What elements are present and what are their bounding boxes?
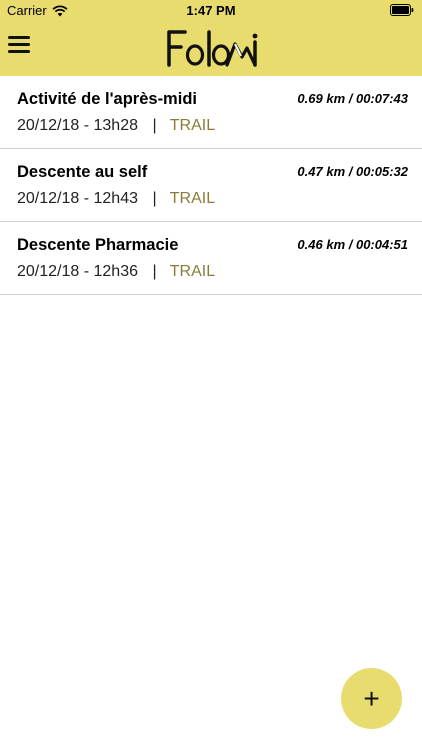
activity-stats: 0.46 km / 00:04:51 <box>297 237 408 252</box>
activity-item[interactable]: Activité de l'après-midi 0.69 km / 00:07… <box>0 76 422 149</box>
app-header: Carrier 1:47 PM <box>0 0 422 76</box>
status-bar: Carrier 1:47 PM <box>0 0 422 22</box>
activity-stats: 0.69 km / 00:07:43 <box>297 91 408 106</box>
activity-title: Descente Pharmacie <box>17 236 179 254</box>
activity-title: Descente au self <box>17 163 148 181</box>
activity-meta: 20/12/18 - 12h36 | TRAIL <box>17 263 215 281</box>
activity-type: TRAIL <box>169 263 216 280</box>
activity-type: TRAIL <box>169 190 216 207</box>
activity-separator: | <box>152 190 157 207</box>
activity-type: TRAIL <box>169 117 216 134</box>
activity-item[interactable]: Descente Pharmacie 0.46 km / 00:04:51 20… <box>0 222 422 295</box>
activity-date: 20/12/18 - 13h28 <box>17 117 138 134</box>
activity-item[interactable]: Descente au self 0.47 km / 00:05:32 20/1… <box>0 149 422 222</box>
folomi-logo <box>167 30 258 67</box>
activity-meta: 20/12/18 - 12h43 | TRAIL <box>17 190 215 208</box>
activity-separator: | <box>152 263 157 280</box>
hamburger-menu-icon[interactable] <box>8 36 30 56</box>
activity-separator: | <box>152 117 157 134</box>
activity-list: Activité de l'après-midi 0.69 km / 00:07… <box>0 76 422 295</box>
add-activity-button[interactable]: + <box>341 668 402 729</box>
plus-icon: + <box>363 682 380 714</box>
activity-date: 20/12/18 - 12h36 <box>17 263 138 280</box>
activity-meta: 20/12/18 - 13h28 | TRAIL <box>17 117 215 135</box>
status-time: 1:47 PM <box>186 3 236 18</box>
battery-icon <box>390 4 414 16</box>
activity-date: 20/12/18 - 12h43 <box>17 190 138 207</box>
activity-stats: 0.47 km / 00:05:32 <box>297 164 408 179</box>
activity-title: Activité de l'après-midi <box>17 90 197 108</box>
